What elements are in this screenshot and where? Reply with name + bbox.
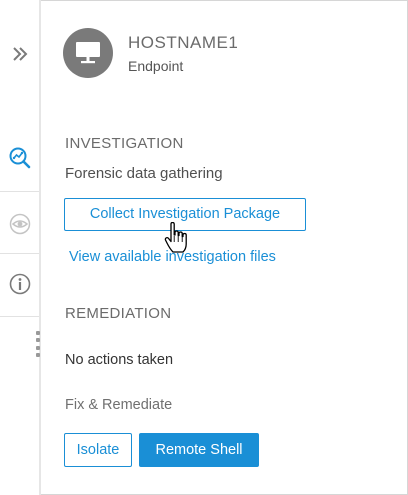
host-type: Endpoint bbox=[128, 58, 184, 74]
resize-handle[interactable] bbox=[36, 331, 42, 357]
hand-cursor-icon bbox=[164, 222, 187, 253]
remediation-status: No actions taken bbox=[65, 352, 174, 368]
info-tab[interactable] bbox=[0, 264, 39, 304]
double-chevron-right-icon bbox=[12, 47, 27, 61]
side-rail bbox=[0, 0, 41, 495]
endpoint-avatar bbox=[63, 28, 113, 78]
rail-divider bbox=[0, 316, 39, 317]
info-icon bbox=[9, 273, 30, 295]
watch-tab[interactable] bbox=[0, 204, 39, 244]
investigation-icon bbox=[9, 147, 30, 169]
rail-divider bbox=[0, 191, 39, 192]
panel-frame bbox=[0, 0, 408, 495]
eye-icon bbox=[9, 213, 30, 235]
remote-shell-button[interactable]: Remote Shell bbox=[139, 433, 259, 467]
isolate-button[interactable]: Isolate bbox=[64, 433, 132, 467]
investigation-tab[interactable] bbox=[0, 138, 39, 178]
investigation-title: INVESTIGATION bbox=[65, 135, 184, 152]
investigation-subtitle: Forensic data gathering bbox=[65, 165, 223, 182]
remediation-title: REMEDIATION bbox=[65, 305, 172, 322]
host-name: HOSTNAME1 bbox=[128, 33, 239, 52]
fix-remediate-label: Fix & Remediate bbox=[65, 397, 173, 413]
expand-panel-button[interactable] bbox=[0, 34, 39, 74]
rail-divider bbox=[0, 253, 39, 254]
monitor-icon bbox=[76, 42, 100, 64]
